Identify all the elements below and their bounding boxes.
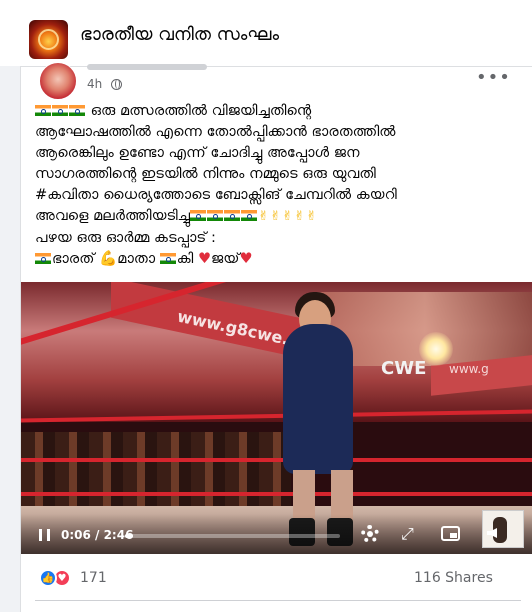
post-time[interactable]: 4h	[87, 77, 102, 91]
ok-hand-icon: ✌	[270, 209, 282, 224]
ok-hand-icon: ✌	[282, 209, 294, 224]
post-text-line-6: അവളെ മലർത്തിയടിച്ചു ✌✌✌✌✌	[35, 205, 525, 227]
india-flag-icon	[207, 210, 224, 221]
shares-count[interactable]: 116 Shares	[414, 570, 493, 586]
flexed-biceps-icon: 💪	[99, 250, 118, 267]
ok-hand-icon: ✌	[306, 209, 318, 224]
settings-gear-icon[interactable]	[361, 525, 379, 543]
author-name-clipped[interactable]	[87, 64, 207, 70]
globe-icon	[111, 79, 122, 90]
author-avatar[interactable]	[39, 62, 77, 100]
post-text-line-8: ഭാരത് 💪മാതാ കി ♥ജയ്♥	[35, 248, 525, 269]
video-time: 0:06 / 2:46	[61, 528, 134, 542]
group-avatar[interactable]	[29, 20, 68, 59]
india-flag-icon	[241, 210, 258, 221]
post-text-line-7: പഴയ ഒരു ഓർമ്മ കടപ്പാട് :	[35, 229, 216, 246]
more-options-icon[interactable]: •••	[476, 67, 511, 88]
post-card: 4h ••• ഒരു മത്സരത്തിൽ വിജയിച്ചതിന്റെ ആഘോ…	[20, 62, 532, 612]
post-text-line-2: ആഘോഷത്തിൽ എന്നെ തോൽപ്പിക്കാൻ ഭാരതത്തിൽ	[35, 123, 396, 140]
post-text-line-5: #കവിതാ ധൈര്യത്തോടെ ബോക്സിങ് ചേമ്പറിൽ കയറ…	[35, 186, 397, 203]
video-stage-light	[419, 332, 453, 366]
india-flag-icon	[224, 210, 241, 221]
post-text-line-3: ആരെങ്കിലും ഉണ്ടോ എന്ന് ചോദിച്ചു അപ്പോൾ ജ…	[35, 144, 360, 161]
post-text-line-1: ഒരു മത്സരത്തിൽ വിജയിച്ചതിന്റെ	[35, 100, 525, 121]
fullscreen-expand-icon[interactable]: ⤢	[401, 526, 417, 542]
india-flag-icon	[190, 210, 207, 221]
reaction-count: 171	[80, 570, 107, 586]
india-flag-icon	[159, 253, 176, 264]
video-progress-fill	[125, 534, 133, 538]
reactions-summary[interactable]: 👍 ♥ 171	[39, 569, 107, 587]
red-heart-icon: ♥	[197, 250, 212, 267]
ok-hand-icon: ✌	[294, 209, 306, 224]
group-name[interactable]: ഭാരതീയ വനിത സംഘം	[80, 24, 279, 45]
like-reaction-icon: 👍	[39, 569, 57, 587]
group-avatar-logo	[38, 29, 59, 50]
video-player[interactable]: www.g8cwe.com www.g CWE 0:06 / 2:46 ⤢	[21, 282, 532, 554]
ok-hand-icon: ✌	[258, 209, 270, 224]
video-progress-bar[interactable]	[125, 534, 340, 538]
post-text: ഒരു മത്സരത്തിൽ വിജയിച്ചതിന്റെ ആഘോഷത്തിൽ …	[35, 100, 525, 269]
india-flag-icon	[69, 105, 85, 116]
group-header: ഭാരതീയ വനിത സംഘം	[0, 0, 532, 66]
ring-rope-bottom	[21, 492, 532, 496]
video-ring-logo: CWE	[381, 358, 427, 379]
post-text-line-4: സാഗരത്തിന്റെ ഇടയിൽ നിന്നും നമ്മുടെ ഒരു യ…	[35, 165, 376, 182]
pause-icon[interactable]	[39, 529, 50, 541]
ring-rope-middle	[21, 458, 532, 462]
video-thumbnail-preview	[482, 510, 524, 548]
india-flag-icon	[35, 253, 51, 264]
footer-divider	[35, 600, 521, 601]
wrestler-body	[283, 324, 353, 474]
picture-in-picture-icon[interactable]	[441, 526, 460, 541]
india-flag-icon	[35, 105, 51, 116]
red-heart-icon: ♥	[239, 250, 253, 267]
india-flag-icon	[52, 105, 68, 116]
video-right-banner-text: www.g	[449, 362, 489, 376]
